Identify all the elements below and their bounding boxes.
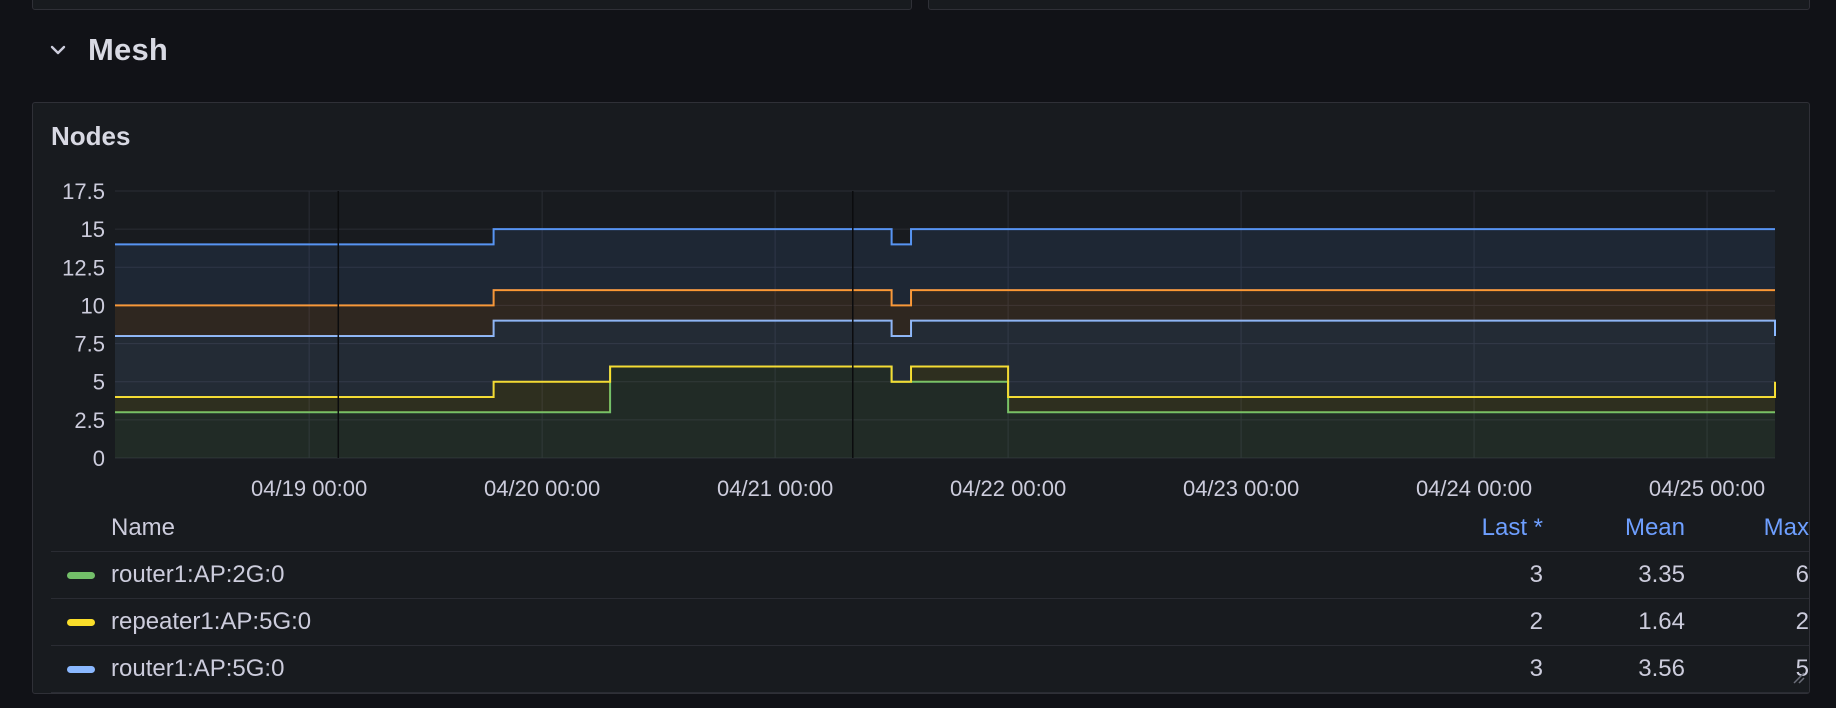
- legend-row[interactable]: repeater1:AP:5G:0 2 1.64 2: [51, 599, 1809, 646]
- legend-mean-value: 1.64: [1638, 608, 1685, 635]
- panel-above-left: [32, 0, 912, 10]
- x-tick-label: 04/25 00:00: [1649, 476, 1765, 501]
- y-tick-label: 0: [93, 446, 105, 471]
- legend-series-name[interactable]: repeater1:AP:5G:0: [111, 608, 1353, 636]
- legend-header-mean[interactable]: Mean: [1543, 514, 1685, 542]
- x-tick-label: 04/23 00:00: [1183, 476, 1299, 501]
- time-series-chart[interactable]: 0 2.5 5 7.5 10 12.5 15 17.5 04/19 00:00 04/20 00:…: [33, 103, 1809, 503]
- row-header-mesh[interactable]: Mesh: [50, 32, 168, 68]
- legend-header-name[interactable]: Name: [51, 514, 1353, 542]
- series-color-swatch: [67, 571, 95, 579]
- legend-header-last[interactable]: Last *: [1353, 514, 1543, 542]
- legend-mean-value: 3.35: [1638, 561, 1685, 588]
- resize-handle-icon[interactable]: [1789, 668, 1805, 689]
- legend-series-name[interactable]: router1:AP:2G:0: [111, 561, 1353, 589]
- legend-last-value: 3: [1529, 561, 1543, 588]
- series-color-swatch: [67, 618, 95, 626]
- panel-above-right: [928, 0, 1810, 10]
- panel-title: Nodes: [51, 121, 131, 151]
- legend-max-value: 6: [1795, 561, 1809, 588]
- legend-row[interactable]: router1:AP:5G:0 3 3.56 5: [51, 646, 1809, 693]
- row-title: Mesh: [88, 32, 169, 67]
- chevron-down-icon: [50, 44, 66, 56]
- x-tick-label: 04/24 00:00: [1416, 476, 1532, 501]
- legend-series-name[interactable]: router1:AP:5G:0: [111, 655, 1353, 683]
- y-tick-label: 15: [81, 217, 105, 242]
- y-tick-label: 17.5: [62, 179, 105, 204]
- legend-last-value: 2: [1529, 608, 1543, 635]
- y-tick-label: 2.5: [74, 408, 105, 433]
- x-tick-label: 04/22 00:00: [950, 476, 1066, 501]
- series-color-swatch: [67, 665, 95, 673]
- legend-mean-value: 3.56: [1638, 655, 1685, 682]
- y-tick-label: 10: [81, 293, 105, 318]
- x-tick-label: 04/19 00:00: [251, 476, 367, 501]
- legend-max-value: 2: [1795, 608, 1809, 635]
- y-tick-label: 12.5: [62, 255, 105, 280]
- legend-header: Name Last * Mean Max: [51, 505, 1809, 552]
- y-tick-label: 5: [93, 370, 105, 395]
- legend-table: Name Last * Mean Max router1:AP:2G:0 3 3…: [51, 505, 1809, 693]
- legend-row[interactable]: router1:AP:2G:0 3 3.35 6: [51, 552, 1809, 599]
- legend-header-max[interactable]: Max: [1685, 514, 1809, 542]
- legend-last-value: 3: [1529, 655, 1543, 682]
- x-tick-label: 04/21 00:00: [717, 476, 833, 501]
- y-tick-label: 7.5: [74, 332, 105, 357]
- x-tick-label: 04/20 00:00: [484, 476, 600, 501]
- nodes-panel: 0 2.5 5 7.5 10 12.5 15 17.5 04/19 00:00 04/20 00:…: [32, 102, 1810, 694]
